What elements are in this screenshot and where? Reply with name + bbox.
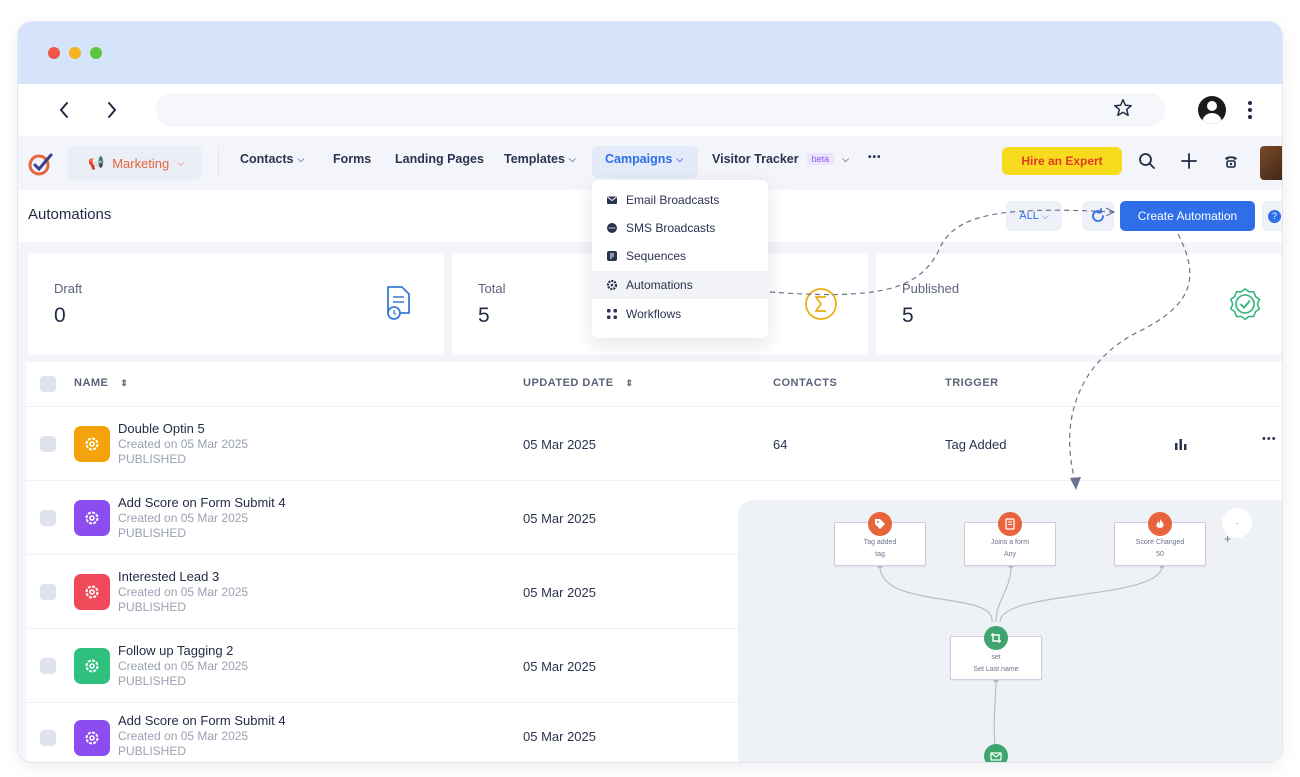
annotation-arrows bbox=[769, 207, 1191, 490]
menu-item-sequences[interactable]: Sequences bbox=[592, 242, 768, 270]
sequence-icon bbox=[607, 251, 617, 261]
menu-item-label: Email Broadcasts bbox=[626, 193, 720, 207]
menu-item-workflows[interactable]: Workflows bbox=[592, 300, 768, 328]
browser-window: 📢 Marketing ⌵ Contacts ⌵ Forms Landing Pa… bbox=[18, 22, 1282, 762]
chat-icon bbox=[607, 223, 617, 233]
workflow-icon bbox=[607, 309, 617, 319]
menu-item-label: Automations bbox=[626, 278, 693, 292]
menu-item-email-broadcasts[interactable]: Email Broadcasts bbox=[592, 186, 768, 214]
menu-item-label: Sequences bbox=[626, 249, 687, 263]
menu-item-sms-broadcasts[interactable]: SMS Broadcasts bbox=[592, 214, 768, 242]
menu-item-label: Workflows bbox=[626, 307, 682, 321]
envelope-icon bbox=[607, 196, 617, 204]
menu-item-automations[interactable]: Automations bbox=[592, 271, 768, 299]
menu-item-label: SMS Broadcasts bbox=[626, 221, 716, 235]
campaigns-dropdown: Email Broadcasts SMS Broadcasts Sequence… bbox=[592, 180, 768, 338]
gear-icon bbox=[606, 279, 618, 291]
